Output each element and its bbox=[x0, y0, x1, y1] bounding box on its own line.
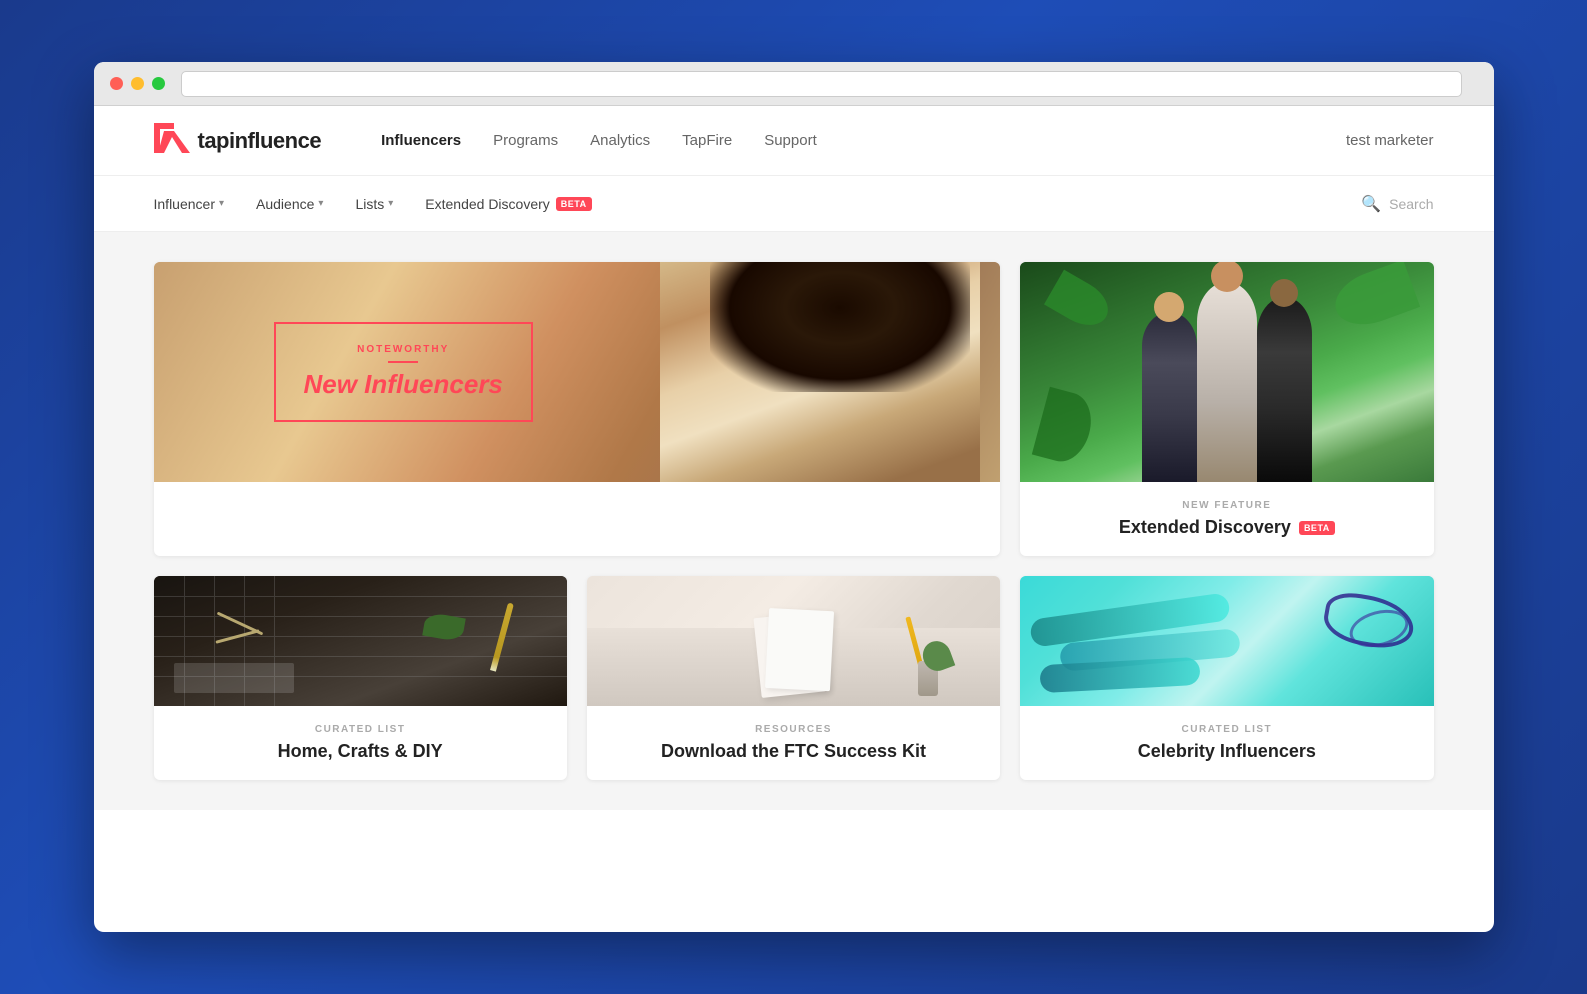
sub-nav-item-influencer[interactable]: Influencer ▾ bbox=[154, 196, 225, 212]
feature-title: Extended Discovery bbox=[1119, 517, 1291, 538]
chevron-down-icon: ▾ bbox=[388, 198, 393, 209]
card-crafts[interactable]: CURATED LIST Home, Crafts & DIY bbox=[154, 576, 567, 780]
app-content: tapinfluence Influencers Programs Analyt… bbox=[94, 106, 1494, 810]
sub-nav-item-extended-discovery[interactable]: Extended Discovery BETA bbox=[425, 196, 591, 212]
nav-links: Influencers Programs Analytics TapFire S… bbox=[381, 132, 1346, 149]
ftc-title: Download the FTC Success Kit bbox=[607, 741, 980, 762]
logo: tapinfluence bbox=[154, 123, 322, 158]
dot-yellow[interactable] bbox=[131, 77, 144, 90]
sub-nav-label-extended-discovery: Extended Discovery bbox=[425, 196, 550, 212]
ftc-label: RESOURCES bbox=[607, 724, 980, 735]
ftc-image bbox=[587, 576, 1000, 706]
browser-window: tapinfluence Influencers Programs Analyt… bbox=[94, 62, 1494, 932]
hero-title: New Influencers bbox=[304, 369, 503, 400]
card-ftc[interactable]: RESOURCES Download the FTC Success Kit bbox=[587, 576, 1000, 780]
dot-green[interactable] bbox=[152, 77, 165, 90]
brush-strokes bbox=[1020, 576, 1433, 706]
search-area: 🔍 Search bbox=[1361, 194, 1433, 214]
sub-nav: Influencer ▾ Audience ▾ Lists ▾ Extended… bbox=[94, 176, 1494, 232]
hero-divider bbox=[388, 361, 418, 363]
nav-link-support[interactable]: Support bbox=[764, 132, 817, 149]
feature-beta-badge: BETA bbox=[1299, 521, 1335, 535]
feature-title-row: Extended Discovery BETA bbox=[1040, 517, 1413, 538]
celebrity-label: CURATED LIST bbox=[1040, 724, 1413, 735]
celebrity-title: Celebrity Influencers bbox=[1040, 741, 1413, 762]
browser-dots bbox=[110, 77, 165, 90]
hero-tag: NOTEWORTHY bbox=[304, 344, 503, 355]
celebrity-card-body: CURATED LIST Celebrity Influencers bbox=[1020, 706, 1433, 780]
crafts-card-body: CURATED LIST Home, Crafts & DIY bbox=[154, 706, 567, 780]
search-placeholder[interactable]: Search bbox=[1389, 196, 1433, 212]
chevron-down-icon: ▾ bbox=[318, 198, 323, 209]
crafts-image bbox=[154, 576, 567, 706]
sub-nav-item-lists[interactable]: Lists ▾ bbox=[355, 196, 393, 212]
hero-overlay: NOTEWORTHY New Influencers bbox=[274, 322, 533, 422]
chevron-down-icon: ▾ bbox=[219, 198, 224, 209]
main-content: NOTEWORTHY New Influencers bbox=[94, 232, 1494, 810]
feature-image bbox=[1020, 262, 1433, 482]
feature-label: NEW FEATURE bbox=[1040, 500, 1413, 511]
logo-icon bbox=[154, 123, 190, 158]
sub-nav-item-audience[interactable]: Audience ▾ bbox=[256, 196, 323, 212]
sub-nav-label-influencer: Influencer bbox=[154, 196, 215, 212]
nav-link-tapfire[interactable]: TapFire bbox=[682, 132, 732, 149]
main-nav: tapinfluence Influencers Programs Analyt… bbox=[94, 106, 1494, 176]
celebrity-image bbox=[1020, 576, 1433, 706]
sub-nav-label-lists: Lists bbox=[355, 196, 384, 212]
card-feature[interactable]: NEW FEATURE Extended Discovery BETA bbox=[1020, 262, 1433, 556]
beta-badge: BETA bbox=[556, 197, 592, 211]
crafts-label: CURATED LIST bbox=[174, 724, 547, 735]
hero-image: NOTEWORTHY New Influencers bbox=[154, 262, 1001, 482]
nav-link-analytics[interactable]: Analytics bbox=[590, 132, 650, 149]
logo-text: tapinfluence bbox=[198, 128, 322, 154]
card-hero[interactable]: NOTEWORTHY New Influencers bbox=[154, 262, 1001, 556]
card-celebrity[interactable]: CURATED LIST Celebrity Influencers bbox=[1020, 576, 1433, 780]
cards-grid: NOTEWORTHY New Influencers bbox=[154, 262, 1434, 780]
crafts-title: Home, Crafts & DIY bbox=[174, 741, 547, 762]
address-bar[interactable] bbox=[181, 71, 1462, 97]
nav-link-programs[interactable]: Programs bbox=[493, 132, 558, 149]
browser-chrome bbox=[94, 62, 1494, 106]
ftc-card-body: RESOURCES Download the FTC Success Kit bbox=[587, 706, 1000, 780]
dot-red[interactable] bbox=[110, 77, 123, 90]
feature-card-body: NEW FEATURE Extended Discovery BETA bbox=[1020, 482, 1433, 556]
search-icon: 🔍 bbox=[1361, 194, 1381, 214]
nav-link-influencers[interactable]: Influencers bbox=[381, 132, 461, 149]
nav-user: test marketer bbox=[1346, 132, 1434, 149]
sub-nav-label-audience: Audience bbox=[256, 196, 314, 212]
